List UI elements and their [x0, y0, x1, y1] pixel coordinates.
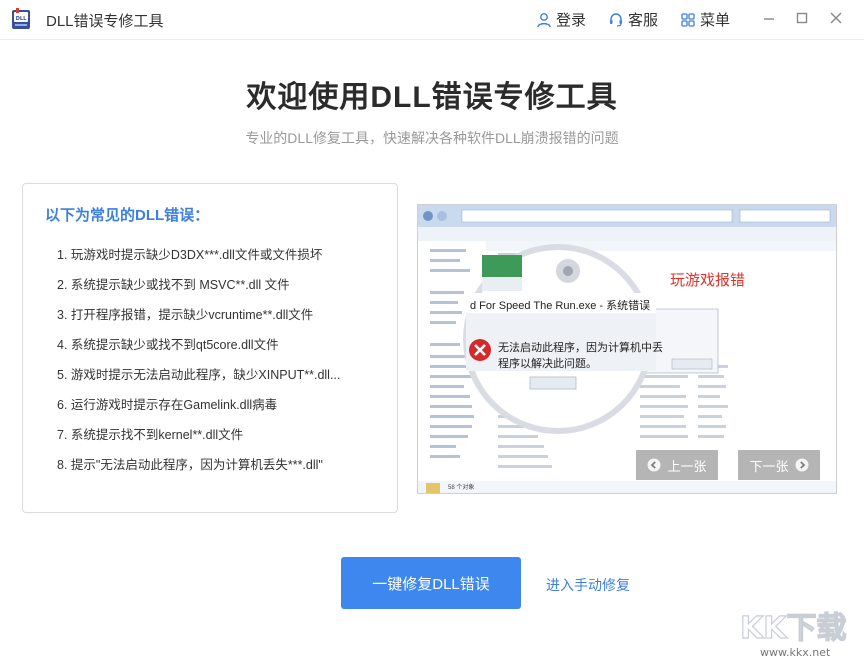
next-slide-label: 下一张	[749, 456, 788, 475]
dialog-message-line2: 程序以解决此问题。	[498, 355, 597, 371]
list-item: 3. 打开程序报错，提示缺少vcruntime**.dll文件	[57, 304, 340, 334]
list-item: 7. 系统提示找不到kernel**.dll文件	[57, 424, 340, 454]
menu-label: 菜单	[700, 9, 730, 30]
service-label: 客服	[628, 9, 658, 30]
one-click-repair-button[interactable]: 一键修复DLL错误	[341, 557, 521, 609]
prev-slide-button[interactable]: 上一张	[636, 450, 718, 480]
list-item: 5. 游戏时提示无法启动此程序，缺少XINPUT**.dll...	[57, 364, 340, 394]
dialog-title-text: d For Speed The Run.exe - 系统错误	[470, 297, 650, 313]
list-item: 8. 提示"无法启动此程序，因为计算机丢失***.dll"	[57, 454, 340, 484]
page-title: 欢迎使用DLL错误专修工具	[0, 72, 864, 116]
app-title: DLL错误专修工具	[46, 10, 164, 31]
common-errors-card: 以下为常见的DLL错误： 1. 玩游戏时提示缺少D3DX***.dll文件或文件…	[22, 183, 398, 513]
prev-slide-label: 上一张	[667, 456, 706, 475]
chevron-right-icon	[795, 458, 809, 472]
explorer-status-text: 58 个对象	[448, 482, 474, 491]
service-button[interactable]: 客服	[608, 9, 658, 30]
watermark-url: www.kkx.net	[760, 646, 831, 659]
list-item: 2. 系统提示缺少或找不到 MSVC**.dll 文件	[57, 274, 340, 304]
grid-menu-icon	[680, 12, 696, 28]
next-slide-button[interactable]: 下一张	[738, 450, 820, 480]
list-item: 6. 运行游戏时提示存在Gamelink.dll病毒	[57, 394, 340, 424]
login-button[interactable]: 登录	[536, 9, 586, 30]
svg-text:DLL: DLL	[16, 16, 27, 22]
kk-download-watermark-logo: KK下载 www.kkx.net	[736, 604, 860, 660]
watermark-text: KK下载	[740, 611, 847, 646]
menu-button[interactable]: 菜单	[680, 9, 730, 30]
list-item: 1. 玩游戏时提示缺少D3DX***.dll文件或文件损坏	[57, 244, 340, 274]
error-screenshot-preview: d For Speed The Run.exe - 系统错误 无法启动此程序，因…	[417, 204, 837, 494]
headset-icon	[608, 12, 624, 28]
user-icon	[536, 12, 552, 28]
manual-repair-link[interactable]: 进入手动修复	[546, 575, 630, 595]
login-label: 登录	[556, 9, 586, 30]
dialog-message-line1: 无法启动此程序，因为计算机中丢	[498, 339, 663, 355]
common-errors-heading: 以下为常见的DLL错误：	[45, 204, 209, 225]
maximize-icon[interactable]	[794, 10, 810, 26]
minimize-icon[interactable]	[761, 10, 777, 26]
list-item: 4. 系统提示缺少或找不到qt5core.dll文件	[57, 334, 340, 364]
common-errors-list: 1. 玩游戏时提示缺少D3DX***.dll文件或文件损坏 2. 系统提示缺少或…	[57, 244, 340, 484]
app-logo-icon: DLL	[10, 7, 32, 31]
close-icon[interactable]	[828, 10, 844, 26]
screenshot-caption: 玩游戏报错	[670, 269, 745, 290]
page-subtitle: 专业的DLL修复工具，快速解决各种软件DLL崩溃报错的问题	[0, 128, 864, 148]
title-bar: DLL DLL错误专修工具 登录 客服 菜单	[0, 0, 864, 40]
chevron-left-icon	[647, 458, 661, 472]
